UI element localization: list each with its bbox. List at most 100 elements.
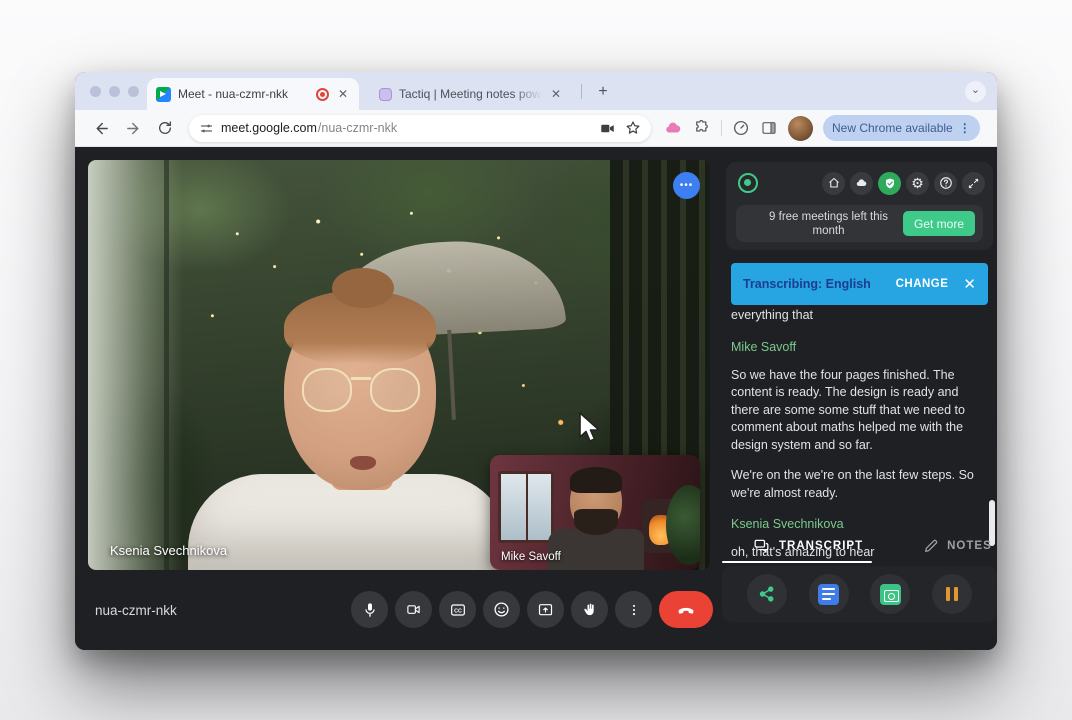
bookmark-star-icon[interactable] bbox=[625, 120, 641, 136]
tab-notes[interactable]: NOTES bbox=[923, 538, 992, 554]
cloud-icon[interactable] bbox=[850, 172, 873, 195]
pip-plant bbox=[666, 485, 700, 565]
help-icon[interactable] bbox=[934, 172, 957, 195]
transcript-speaker: Mike Savoff bbox=[731, 340, 983, 354]
reload-button[interactable] bbox=[152, 115, 178, 141]
window-controls[interactable] bbox=[90, 86, 139, 97]
pip-video-tile[interactable]: Mike Savoff bbox=[490, 455, 700, 570]
toolbar-extensions: New Chrome available ⋮ bbox=[663, 115, 980, 141]
tab-meet[interactable]: Meet - nua-czmr-nkk ✕ bbox=[147, 78, 359, 110]
svg-text:CC: CC bbox=[454, 608, 462, 614]
forward-button[interactable] bbox=[120, 115, 146, 141]
participant-mouth bbox=[350, 456, 376, 470]
camera-button[interactable] bbox=[395, 591, 432, 628]
home-icon[interactable] bbox=[822, 172, 845, 195]
mouse-cursor bbox=[578, 412, 604, 449]
tab-separator bbox=[581, 84, 582, 99]
present-screen-button[interactable] bbox=[527, 591, 564, 628]
browser-toolbar: meet.google.com /nua-czmr-nkk New Chrome… bbox=[75, 110, 997, 147]
zoom-window-button[interactable] bbox=[128, 86, 139, 97]
notes-tab-label: NOTES bbox=[947, 540, 992, 552]
microphone-button[interactable] bbox=[351, 591, 388, 628]
desktop-background: Meet - nua-czmr-nkk ✕ Tactiq | Meeting n… bbox=[0, 0, 1072, 720]
pencil-icon bbox=[923, 538, 939, 554]
transcribing-label: Transcribing: English bbox=[743, 277, 896, 291]
pip-name-label: Mike Savoff bbox=[501, 551, 561, 563]
pause-icon bbox=[946, 587, 958, 601]
tab-tactiq[interactable]: Tactiq | Meeting notes power ✕ bbox=[371, 78, 571, 110]
tab-title: Meet - nua-czmr-nkk bbox=[178, 87, 309, 101]
google-docs-icon bbox=[818, 584, 839, 605]
minimize-window-button[interactable] bbox=[109, 86, 120, 97]
get-more-button[interactable]: Get more bbox=[903, 211, 975, 236]
active-tab-underline bbox=[722, 561, 872, 563]
transcript-tab-label: TRANSCRIPT bbox=[779, 540, 863, 552]
transcript-text: We're on the we're on the last few steps… bbox=[731, 467, 983, 502]
tab-search-chevron-icon[interactable]: ⌄ bbox=[965, 81, 986, 102]
close-tab-icon[interactable]: ✕ bbox=[336, 87, 350, 101]
shield-check-icon[interactable] bbox=[878, 172, 901, 195]
close-window-button[interactable] bbox=[90, 86, 101, 97]
pip-participant-beard bbox=[574, 509, 618, 535]
url-path: /nua-czmr-nkk bbox=[318, 121, 397, 135]
raise-hand-button[interactable] bbox=[571, 591, 608, 628]
participant-glasses bbox=[302, 368, 420, 416]
tactiq-tab-icon bbox=[379, 88, 392, 101]
url-host: meet.google.com bbox=[221, 121, 317, 135]
collapse-panel-icon[interactable] bbox=[962, 172, 985, 195]
recording-indicator-icon bbox=[316, 88, 329, 101]
side-panel-icon[interactable] bbox=[760, 120, 778, 136]
reactions-button[interactable] bbox=[483, 591, 520, 628]
toolbar-separator bbox=[721, 120, 722, 136]
back-button[interactable] bbox=[88, 115, 114, 141]
tactiq-sidebar: ⚙ 9 free meetings left this month Get mo… bbox=[722, 147, 997, 650]
chrome-update-label: New Chrome available bbox=[832, 121, 953, 135]
quota-text: 9 free meetings left this month bbox=[762, 210, 903, 238]
tab-strip: Meet - nua-czmr-nkk ✕ Tactiq | Meeting n… bbox=[75, 72, 997, 110]
site-settings-icon[interactable] bbox=[199, 121, 214, 136]
browser-menu-icon[interactable]: ⋮ bbox=[959, 121, 971, 135]
tactiq-action-bar bbox=[722, 566, 997, 622]
transcript-text: So we have the four pages finished. The … bbox=[731, 367, 983, 455]
settings-gear-icon[interactable]: ⚙ bbox=[906, 172, 929, 195]
meeting-code-label: nua-czmr-nkk bbox=[95, 603, 177, 618]
close-tab-icon[interactable]: ✕ bbox=[549, 87, 563, 101]
chat-notification-badge[interactable]: ••• bbox=[673, 172, 700, 199]
main-video-tile[interactable]: ••• Ksenia Svechnikova Mike Savoff bbox=[88, 160, 710, 570]
end-call-button[interactable] bbox=[659, 591, 713, 628]
tab-transcript[interactable]: TRANSCRIPT bbox=[752, 538, 863, 554]
extensions-puzzle-icon[interactable] bbox=[693, 119, 711, 137]
captions-button[interactable]: CC bbox=[439, 591, 476, 628]
chrome-update-button[interactable]: New Chrome available ⋮ bbox=[823, 115, 980, 141]
share-button[interactable] bbox=[747, 574, 787, 614]
circle-badge-icon[interactable] bbox=[732, 119, 750, 137]
tactiq-logo-icon bbox=[738, 173, 758, 193]
meet-control-bar: CC bbox=[351, 591, 713, 628]
quota-banner: 9 free meetings left this month Get more bbox=[736, 205, 983, 242]
more-options-button[interactable] bbox=[615, 591, 652, 628]
export-to-docs-button[interactable] bbox=[809, 574, 849, 614]
tab-title: Tactiq | Meeting notes power bbox=[399, 87, 542, 101]
chat-bubbles-icon bbox=[752, 538, 771, 554]
change-language-button[interactable]: CHANGE bbox=[896, 278, 949, 290]
browser-window: Meet - nua-czmr-nkk ✕ Tactiq | Meeting n… bbox=[75, 72, 997, 650]
meet-stage: ••• Ksenia Svechnikova Mike Savoff nua-c… bbox=[75, 147, 997, 650]
screenshot-camera-icon bbox=[880, 584, 901, 605]
screenshot-button[interactable] bbox=[870, 574, 910, 614]
close-banner-icon[interactable]: ✕ bbox=[963, 275, 976, 293]
pip-window bbox=[498, 471, 554, 543]
participant-hair-bun bbox=[332, 268, 394, 308]
google-meet-icon bbox=[156, 87, 171, 102]
camera-in-use-icon[interactable] bbox=[599, 121, 616, 136]
tactiq-header-panel: ⚙ 9 free meetings left this month Get mo… bbox=[726, 162, 993, 250]
new-tab-button[interactable]: + bbox=[591, 80, 615, 104]
tactiq-tab-bar: TRANSCRIPT NOTES bbox=[722, 530, 997, 562]
pip-participant-hair bbox=[570, 467, 622, 493]
pause-transcription-button[interactable] bbox=[932, 574, 972, 614]
tactiq-extension-icon[interactable] bbox=[663, 119, 683, 137]
transcript-speaker: Ksenia Svechnikova bbox=[731, 517, 983, 531]
address-bar[interactable]: meet.google.com /nua-czmr-nkk bbox=[189, 115, 651, 142]
profile-avatar[interactable] bbox=[788, 116, 813, 141]
participant-name-label: Ksenia Svechnikova bbox=[110, 543, 227, 558]
pip-participant-body bbox=[548, 529, 644, 570]
